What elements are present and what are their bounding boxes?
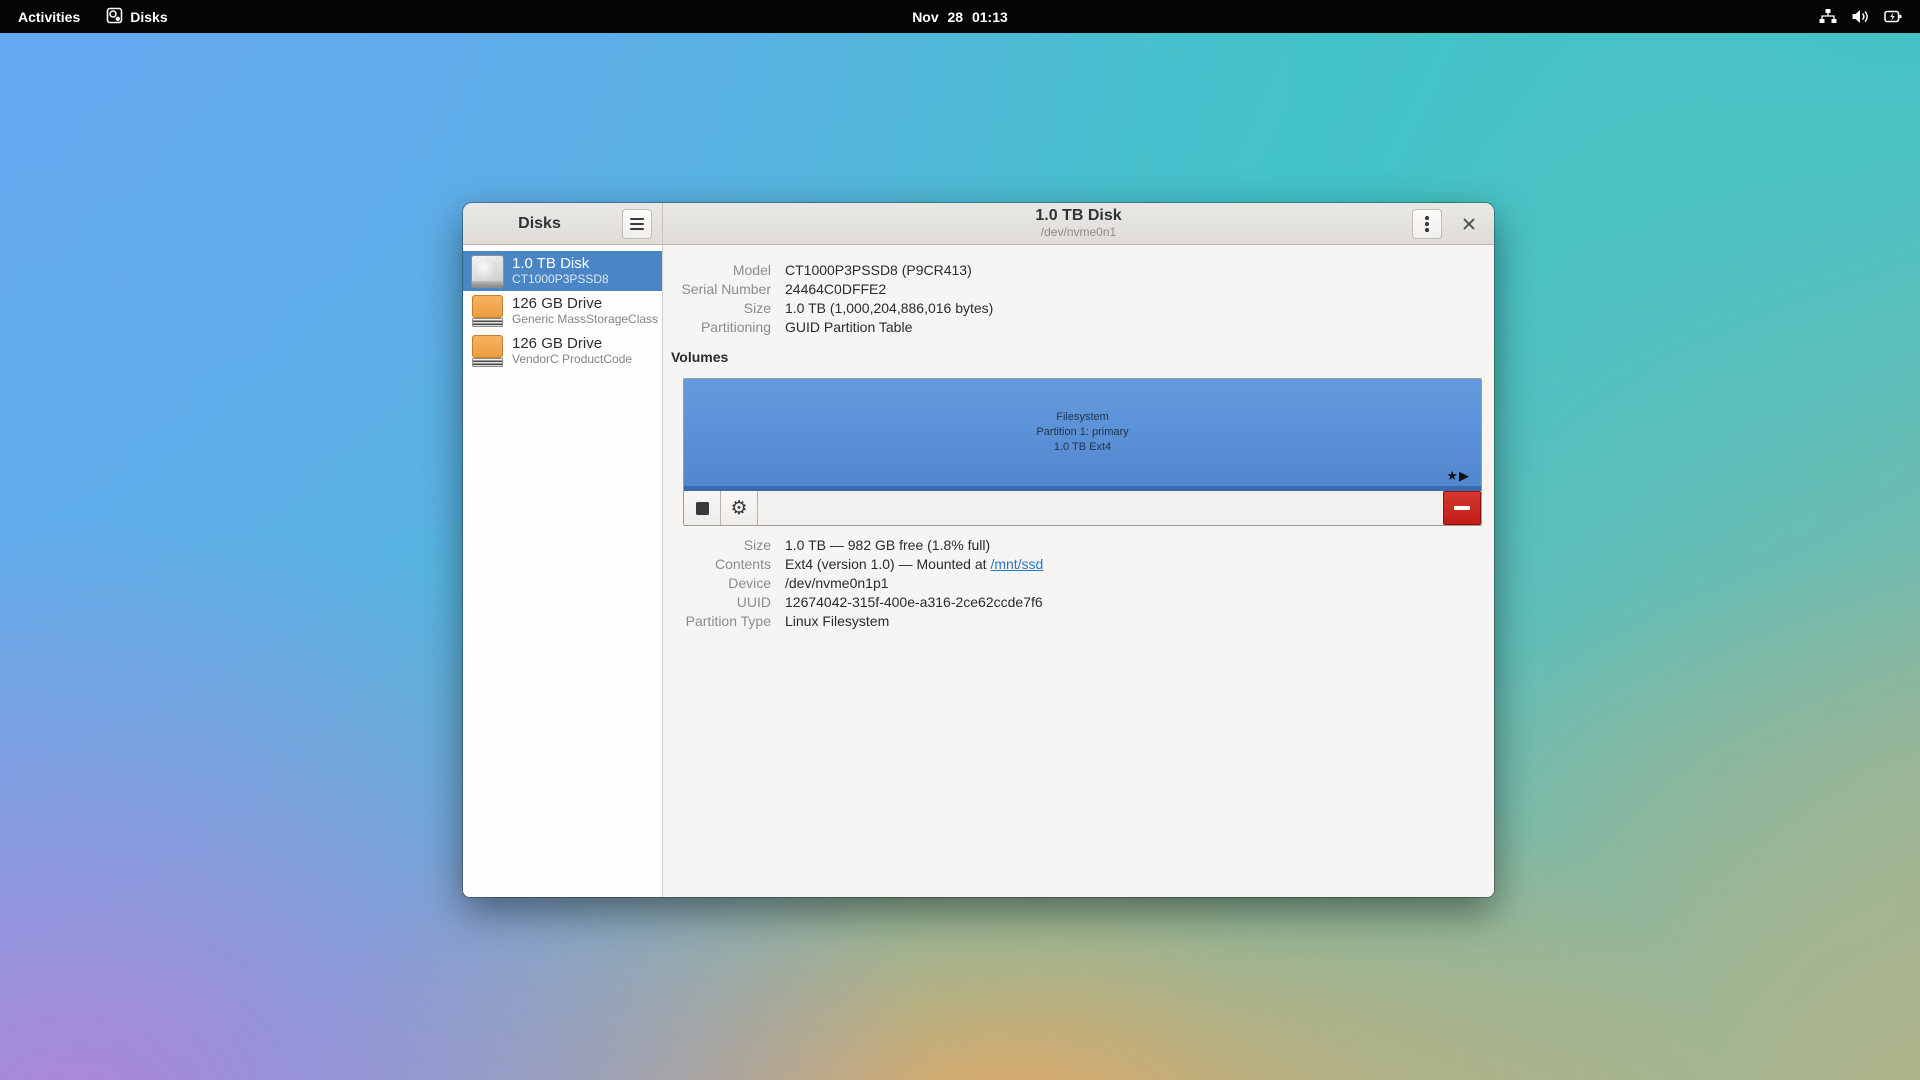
info-label: Contents (663, 555, 771, 574)
usb-drive-icon (471, 335, 504, 368)
delete-partition-button[interactable] (1443, 491, 1481, 525)
sidebar-item-title: 126 GB Drive (512, 296, 654, 313)
sidebar-header: Disks (463, 203, 663, 244)
close-icon (1462, 217, 1476, 231)
sidebar-item-usb-drive-1[interactable]: 126 GB Drive Generic MassStorageClass (463, 291, 662, 331)
info-value: 12674042-315f-400e-a316-2ce62ccde7f6 (785, 593, 1494, 612)
play-icon: ▶ (1459, 468, 1470, 483)
info-value: /dev/nvme0n1p1 (785, 574, 1494, 593)
disks-app-icon (106, 7, 123, 27)
mount-point-link[interactable]: /mnt/ssd (990, 556, 1043, 572)
info-value: CT1000P3PSSD8 (P9CR413) (785, 261, 1494, 280)
info-label: Device (663, 574, 771, 593)
gear-icon: ⚙ (730, 499, 747, 518)
clock[interactable]: Nov 28 01:13 (912, 9, 1008, 25)
info-label: Size (663, 536, 771, 555)
battery-charging-icon (1884, 9, 1902, 24)
partition-block[interactable]: Filesystem Partition 1: primary 1.0 TB E… (684, 379, 1481, 491)
volume-toolbar: ⚙ (684, 491, 1481, 525)
unmount-button[interactable] (684, 491, 721, 525)
info-label: Model (663, 261, 771, 280)
sidebar-item-subtitle: Generic MassStorageClass (512, 313, 654, 326)
info-label: Partitioning (663, 318, 771, 337)
sidebar-item-nvme-disk[interactable]: 1.0 TB Disk CT1000P3PSSD8 (463, 251, 662, 291)
main-header: 1.0 TB Disk /dev/nvme0n1 (663, 203, 1494, 244)
contents-text: Ext4 (version 1.0) — Mounted at (785, 556, 990, 572)
sidebar-item-title: 126 GB Drive (512, 336, 632, 353)
info-value: GUID Partition Table (785, 318, 1494, 337)
activities-button[interactable]: Activities (18, 9, 80, 25)
info-label: Partition Type (663, 612, 771, 631)
top-bar: Activities Disks Nov 28 01:13 (0, 0, 1920, 33)
sidebar-item-usb-drive-2[interactable]: 126 GB Drive VendorC ProductCode (463, 331, 662, 371)
focused-app-label: Disks (130, 9, 167, 25)
close-button[interactable] (1454, 209, 1484, 239)
partition-label-line2: Partition 1: primary (1036, 425, 1128, 440)
stop-square-icon (696, 502, 709, 515)
volume-icon (1852, 9, 1869, 24)
info-value: 1.0 TB (1,000,204,886,016 bytes) (785, 299, 1494, 318)
volumes-heading: Volumes (671, 349, 1494, 365)
info-label: Size (663, 299, 771, 318)
partition-label-line3: 1.0 TB Ext4 (1054, 440, 1111, 455)
harddisk-icon (471, 255, 504, 288)
disks-window: Disks 1.0 TB Disk /dev/nvme0n1 (463, 203, 1494, 897)
window-subtitle: /dev/nvme0n1 (1035, 226, 1121, 240)
drive-detail-pane: Model CT1000P3PSSD8 (P9CR413) Serial Num… (663, 245, 1494, 897)
info-value: 24464C0DFFE2 (785, 280, 1494, 299)
sidebar-item-subtitle: VendorC ProductCode (512, 353, 632, 366)
focused-app-indicator[interactable]: Disks (106, 7, 167, 27)
info-value: 1.0 TB — 982 GB free (1.8% full) (785, 536, 1494, 555)
desktop-background: Activities Disks Nov 28 01:13 (0, 0, 1920, 1080)
network-icon (1819, 9, 1837, 24)
sidebar-title: Disks (463, 215, 616, 233)
partition-label-line1: Filesystem (1056, 410, 1109, 425)
info-value: Linux Filesystem (785, 612, 1494, 631)
system-tray[interactable] (1801, 0, 1920, 33)
star-icon: ★ (1446, 468, 1459, 483)
drive-options-menu-button[interactable] (1412, 209, 1442, 239)
app-menu-button[interactable] (622, 209, 652, 239)
volume-info-table: Size 1.0 TB — 982 GB free (1.8% full) Co… (663, 536, 1494, 631)
info-label: Serial Number (663, 280, 771, 299)
header-bar: Disks 1.0 TB Disk /dev/nvme0n1 (463, 203, 1494, 245)
window-title: 1.0 TB Disk (1035, 207, 1121, 225)
partition-settings-button[interactable]: ⚙ (721, 491, 758, 525)
sidebar-item-subtitle: CT1000P3PSSD8 (512, 273, 609, 286)
sidebar-item-title: 1.0 TB Disk (512, 256, 609, 273)
disk-info-table: Model CT1000P3PSSD8 (P9CR413) Serial Num… (663, 261, 1494, 337)
usb-drive-icon (471, 295, 504, 328)
minus-icon (1454, 506, 1470, 510)
device-sidebar: 1.0 TB Disk CT1000P3PSSD8 126 GB Drive G… (463, 245, 663, 897)
volumes-widget: Filesystem Partition 1: primary 1.0 TB E… (683, 378, 1482, 526)
info-label: UUID (663, 593, 771, 612)
info-value: Ext4 (version 1.0) — Mounted at /mnt/ssd (785, 555, 1494, 574)
